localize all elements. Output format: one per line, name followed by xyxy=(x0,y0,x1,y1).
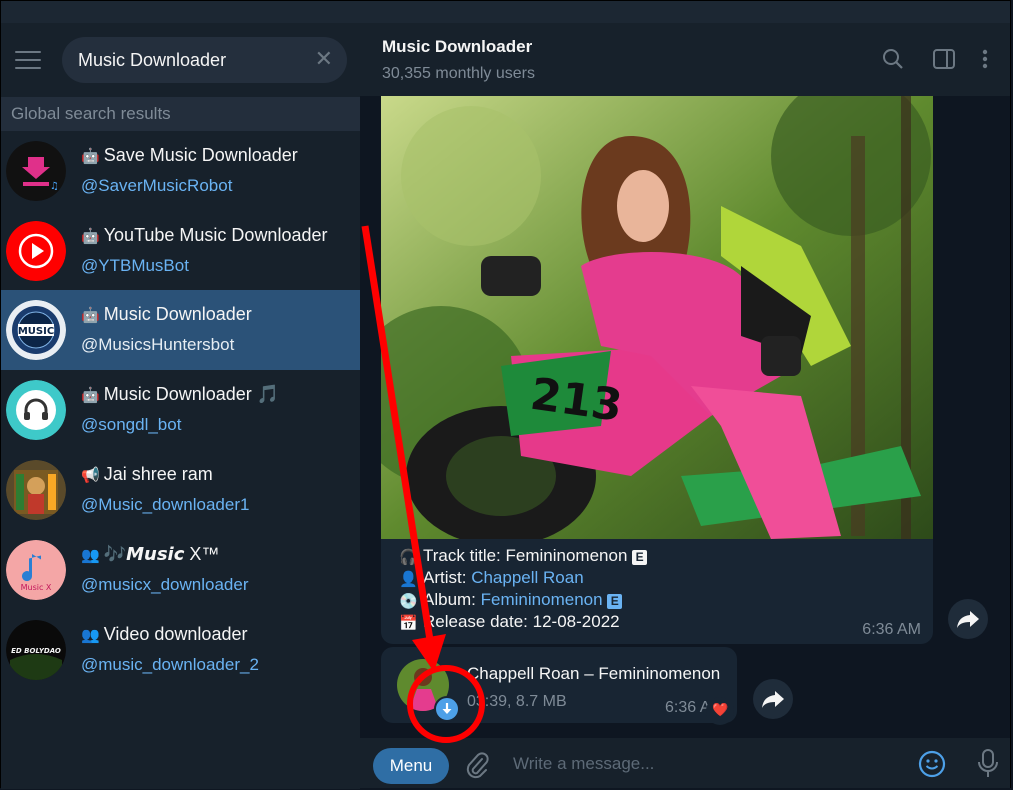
result-name: 📢 Jai shree ram xyxy=(81,464,213,484)
avatar: MUSIC xyxy=(6,300,66,360)
result-handle: @Music_downloader1 xyxy=(81,495,250,514)
sidebar-toggle-icon[interactable] xyxy=(932,47,956,76)
clear-search-icon[interactable]: ✕ xyxy=(315,48,333,70)
result-handle: @music_downloader_2 xyxy=(81,655,259,674)
result-handle: @YTBMusBot xyxy=(81,256,189,275)
svg-text:♫: ♫ xyxy=(50,181,59,192)
download-icon[interactable] xyxy=(434,696,460,722)
search-result-item[interactable]: Music X 👥 🎶𝙈𝙪𝙨𝙞𝙘 X™ @musicx_downloader xyxy=(1,530,360,610)
result-handle: @SaverMusicRobot xyxy=(81,176,233,195)
bot-menu-button[interactable]: Menu xyxy=(373,748,449,784)
svg-text:MUSIC: MUSIC xyxy=(18,326,54,337)
svg-text:Music X: Music X xyxy=(21,583,52,592)
section-header: Global search results xyxy=(1,97,360,131)
bot-icon: 🤖 xyxy=(81,228,100,245)
message-composer: Menu xyxy=(360,738,1010,788)
bot-icon: 🤖 xyxy=(81,148,100,165)
album-line: 💿 Album: Femininomenon E xyxy=(399,590,623,610)
result-name: 🤖 Music Downloader xyxy=(81,304,252,324)
result-handle: @musicx_downloader xyxy=(81,575,249,594)
group-icon: 👥 xyxy=(81,547,100,564)
result-handle: @MusicsHuntersbot xyxy=(81,335,235,354)
audio-message-bubble: Chappell Roan – Femininomenon 03:39, 8.7… xyxy=(381,647,737,723)
sidebar-header: Music Downloader ✕ xyxy=(1,23,360,97)
release-date-line: 📅 Release date: 12-08-2022 xyxy=(399,612,620,632)
result-name: 🤖 YouTube Music Downloader xyxy=(81,225,328,245)
svg-text:ED BOLYDAO: ED BOLYDAO xyxy=(11,647,61,655)
chat-subtitle: 30,355 monthly users xyxy=(382,65,535,82)
more-options-icon[interactable] xyxy=(980,47,990,76)
hamburger-menu-icon[interactable] xyxy=(15,51,41,71)
message-time: 6:36 AM xyxy=(862,621,921,638)
forward-button[interactable] xyxy=(948,599,988,639)
sidebar: Music Downloader ✕ Global search results… xyxy=(1,23,360,789)
result-name: 🤖 Music Downloader 🎵 xyxy=(81,384,280,404)
message-input[interactable] xyxy=(513,754,813,774)
chat-header: Music Downloader 30,355 monthly users xyxy=(360,23,1010,96)
title-bar xyxy=(1,1,1010,23)
reaction-badge[interactable]: ❤️ xyxy=(706,697,734,725)
album-cover-image[interactable]: 213 xyxy=(381,96,933,546)
chat-messages: 213 🎧 Track title: Femininomenon E 👤 Art… xyxy=(360,96,1010,738)
avatar: Music X xyxy=(6,540,66,600)
artist-link[interactable]: Chappell Roan xyxy=(471,568,583,587)
search-icon[interactable] xyxy=(881,47,905,76)
message-bubble: 213 🎧 Track title: Femininomenon E 👤 Art… xyxy=(381,96,933,644)
headphones-icon: 🎧 xyxy=(399,549,418,566)
avatar: ♫ xyxy=(6,141,66,201)
search-result-item[interactable]: 🤖 YouTube Music Downloader @YTBMusBot xyxy=(1,211,360,291)
search-result-item-active[interactable]: MUSIC 🤖 Music Downloader @MusicsHuntersbo… xyxy=(1,290,360,370)
forward-button[interactable] xyxy=(753,679,793,719)
microphone-icon[interactable] xyxy=(976,748,1000,785)
disc-icon: 💿 xyxy=(399,593,418,610)
group-icon: 👥 xyxy=(81,627,100,644)
headphones-logo-icon xyxy=(6,380,66,440)
section-title: Global search results xyxy=(11,104,171,123)
result-name: 👥 Video downloader xyxy=(81,624,248,644)
person-icon: 👤 xyxy=(399,571,418,588)
chat-title[interactable]: Music Downloader xyxy=(382,37,532,57)
search-field[interactable]: Music Downloader ✕ xyxy=(62,37,347,83)
album-link[interactable]: Femininomenon xyxy=(481,590,603,609)
search-result-item[interactable]: ♫ 🤖 Save Music Downloader @SaverMusicRobo… xyxy=(1,131,360,211)
track-title-line: 🎧 Track title: Femininomenon E xyxy=(399,546,648,566)
calendar-icon: 📅 xyxy=(399,615,418,632)
explicit-badge: E xyxy=(607,594,623,609)
search-input[interactable]: Music Downloader xyxy=(78,50,226,71)
audio-meta: 03:39, 8.7 MB xyxy=(467,693,567,710)
youtube-music-logo-icon xyxy=(6,221,66,281)
result-name: 👥 🎶𝙈𝙪𝙨𝙞𝙘 X™ xyxy=(81,544,220,564)
explicit-badge: E xyxy=(632,550,648,565)
audio-title: Chappell Roan – Femininomenon xyxy=(467,664,721,683)
avatar: ED BOLYDAO xyxy=(6,620,66,680)
result-name: 🤖 Save Music Downloader xyxy=(81,145,298,165)
channel-icon: 📢 xyxy=(81,467,100,484)
emoji-icon[interactable] xyxy=(918,750,946,783)
avatar xyxy=(6,460,66,520)
attach-icon[interactable] xyxy=(464,751,490,784)
heart-icon: ❤️ xyxy=(712,702,729,717)
bot-icon: 🤖 xyxy=(81,307,100,324)
search-result-item[interactable]: 🤖 Music Downloader 🎵 @songdl_bot xyxy=(1,370,360,450)
bot-icon: 🤖 xyxy=(81,387,100,404)
artist-line: 👤 Artist: Chappell Roan xyxy=(399,568,584,588)
search-result-item[interactable]: 📢 Jai shree ram @Music_downloader1 xyxy=(1,450,360,530)
result-handle: @songdl_bot xyxy=(81,415,182,434)
search-result-item[interactable]: ED BOLYDAO 👥 Video downloader @music_down… xyxy=(1,610,360,690)
